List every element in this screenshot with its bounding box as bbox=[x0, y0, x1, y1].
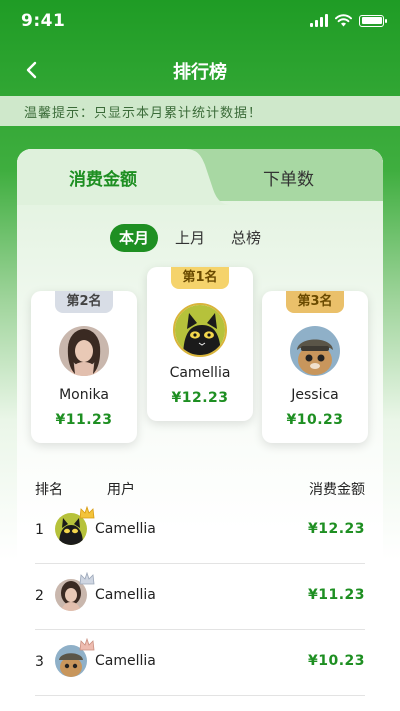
row-rank: 3 bbox=[35, 654, 44, 670]
header-rank: 排名 bbox=[35, 482, 63, 498]
period-all-time[interactable]: 总榜 bbox=[222, 224, 270, 252]
period-last-month[interactable]: 上月 bbox=[166, 224, 214, 252]
header-user: 用户 bbox=[107, 482, 135, 498]
leaderboard-panel: 消费金额 下单数 本月 上月 总榜 第2名 Monika ¥11.23 第1名 bbox=[17, 149, 383, 711]
nav-bar: 排行榜 bbox=[0, 46, 400, 94]
podium-first[interactable]: 第1名 Camellia ¥12.23 bbox=[147, 267, 253, 421]
status-bar: 9:41 bbox=[0, 0, 400, 44]
table-row[interactable]: 2 Camellia ¥11.23 bbox=[35, 564, 365, 630]
status-icons bbox=[310, 14, 387, 27]
header-amount: 消费金额 bbox=[309, 482, 365, 498]
crown-gold-icon bbox=[79, 506, 95, 519]
notice-text: 温馨提示：只显示本月累计统计数据！ bbox=[24, 106, 263, 121]
cellular-signal-icon bbox=[310, 14, 328, 27]
period-this-month[interactable]: 本月 bbox=[110, 224, 159, 252]
rank-badge-first: 第1名 bbox=[171, 267, 229, 289]
table-row[interactable]: 3 Camellia ¥10.23 bbox=[35, 630, 365, 696]
notice-banner: 温馨提示：只显示本月累计统计数据！ bbox=[0, 96, 400, 126]
crown-silver-icon bbox=[79, 572, 95, 585]
row-username: Camellia bbox=[95, 521, 156, 537]
rank-badge-second: 第2名 bbox=[55, 291, 113, 313]
podium-second[interactable]: 第2名 Monika ¥11.23 bbox=[31, 291, 137, 443]
row-rank: 1 bbox=[35, 522, 44, 538]
podium-second-amount: ¥11.23 bbox=[55, 412, 113, 428]
rank-badge-third: 第3名 bbox=[286, 291, 344, 313]
row-amount: ¥10.23 bbox=[307, 653, 365, 669]
row-amount: ¥11.23 bbox=[307, 587, 365, 603]
podium-third-name: Jessica bbox=[291, 387, 339, 403]
row-username: Camellia bbox=[95, 587, 156, 603]
podium-third[interactable]: 第3名 Jessica ¥10.23 bbox=[262, 291, 368, 443]
podium-second-name: Monika bbox=[59, 387, 109, 403]
period-selector: 本月 上月 总榜 bbox=[110, 224, 270, 252]
podium-third-amount: ¥10.23 bbox=[286, 412, 344, 428]
wifi-icon bbox=[335, 14, 352, 27]
row-username: Camellia bbox=[95, 653, 156, 669]
battery-icon bbox=[359, 14, 387, 27]
page-title: 排行榜 bbox=[173, 62, 227, 83]
tab-bar: 消费金额 下单数 bbox=[17, 149, 383, 205]
tab-order-count[interactable]: 下单数 bbox=[263, 165, 314, 190]
avatar-third bbox=[290, 326, 340, 376]
status-time: 9:41 bbox=[21, 11, 66, 31]
row-amount: ¥12.23 bbox=[307, 521, 365, 537]
table-row[interactable]: 1 Camellia ¥12.23 bbox=[35, 498, 365, 564]
avatar-first bbox=[173, 303, 227, 357]
row-rank: 2 bbox=[35, 588, 44, 604]
avatar-second bbox=[59, 326, 109, 376]
podium-first-amount: ¥12.23 bbox=[171, 390, 229, 406]
podium-first-name: Camellia bbox=[169, 365, 231, 381]
tab-spend-amount[interactable]: 消费金额 bbox=[69, 165, 137, 190]
crown-bronze-icon bbox=[79, 638, 95, 651]
